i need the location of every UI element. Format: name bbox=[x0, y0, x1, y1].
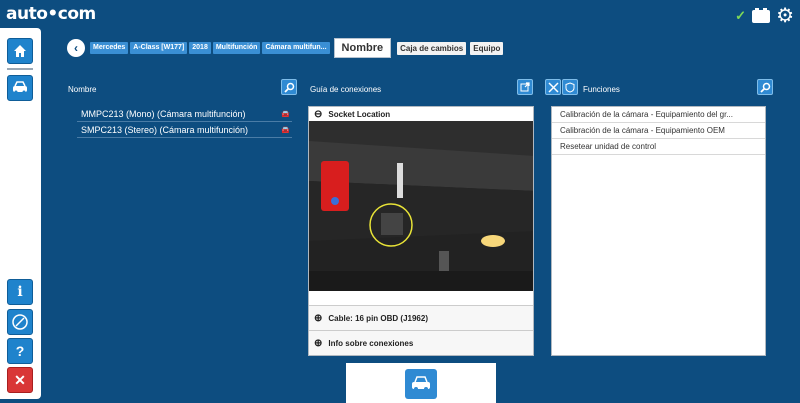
expand-icon: ⊕ bbox=[314, 312, 323, 324]
accordion-label: Info sobre conexiones bbox=[328, 338, 414, 348]
sidebar: i ? ✕ bbox=[0, 28, 41, 399]
list-item-label: SMPC213 (Stereo) (Cámara multifunción) bbox=[81, 124, 249, 135]
accordion-label: Socket Location bbox=[328, 109, 391, 119]
tools-icon[interactable] bbox=[545, 79, 561, 95]
breadcrumb-item[interactable]: Multifunción bbox=[212, 42, 261, 54]
home-icon[interactable] bbox=[7, 38, 33, 64]
list-item[interactable]: MMPC213 (Mono) (Cámara multifunción) 🚘 bbox=[77, 106, 292, 122]
checkmark-icon: ✓ bbox=[735, 8, 747, 23]
battery-icon bbox=[752, 7, 771, 23]
tab-equipo[interactable]: Equipo bbox=[470, 41, 504, 55]
left-panel-title: Nombre bbox=[68, 85, 97, 94]
breadcrumb-item[interactable]: 2018 bbox=[189, 42, 211, 54]
app-logo: auto•com bbox=[6, 4, 96, 24]
accordion-info[interactable]: ⊕ Info sobre conexiones bbox=[309, 330, 533, 355]
search-icon[interactable] bbox=[757, 79, 773, 95]
back-arrow-icon[interactable]: ‹ bbox=[67, 39, 85, 57]
functions-list: Calibración de la cámara - Equipamiento … bbox=[551, 106, 766, 356]
car-icon: 🚘 bbox=[281, 110, 290, 118]
tab-caja-de-cambios[interactable]: Caja de cambios bbox=[397, 41, 467, 55]
functions-panel-title: Funciones bbox=[583, 85, 620, 94]
gear-icon[interactable]: ⚙ bbox=[776, 6, 794, 26]
breadcrumb: ‹ Mercedes A-Class [W177] 2018 Multifunc… bbox=[67, 38, 504, 58]
bottom-toolbar bbox=[346, 363, 496, 403]
accordion-label: Cable: 16 pin OBD (J1962) bbox=[328, 313, 428, 323]
car-settings-icon[interactable] bbox=[7, 75, 33, 101]
car-icon: 🚘 bbox=[281, 126, 290, 134]
breadcrumb-item[interactable]: Cámara multifun... bbox=[262, 42, 330, 54]
info-icon[interactable]: i bbox=[7, 279, 33, 305]
vehicle-connect-button[interactable] bbox=[405, 369, 437, 399]
function-item[interactable]: Calibración de la cámara - Equipamiento … bbox=[552, 123, 765, 139]
external-link-icon[interactable] bbox=[517, 79, 533, 95]
status-area: ✓ ⚙ bbox=[735, 6, 794, 26]
expand-icon: ⊕ bbox=[314, 337, 323, 349]
tab-nombre[interactable]: Nombre bbox=[333, 38, 392, 58]
connection-guide: ⊖ Socket Location ⊕ Cable: 16 pin OBD (J… bbox=[308, 106, 534, 356]
list-item[interactable]: SMPC213 (Stereo) (Cámara multifunción) 🚘 bbox=[77, 122, 292, 138]
breadcrumb-item[interactable]: Mercedes bbox=[90, 42, 129, 54]
variant-list: MMPC213 (Mono) (Cámara multifunción) 🚘 S… bbox=[77, 106, 292, 138]
accordion-socket-location[interactable]: ⊖ Socket Location bbox=[309, 107, 533, 121]
connection-icon[interactable] bbox=[7, 309, 33, 335]
function-item[interactable]: Resetear unidad de control bbox=[552, 139, 765, 155]
close-icon[interactable]: ✕ bbox=[7, 367, 33, 393]
help-icon[interactable]: ? bbox=[7, 338, 33, 364]
list-item-label: MMPC213 (Mono) (Cámara multifunción) bbox=[81, 108, 246, 119]
socket-location-photo bbox=[309, 121, 533, 291]
shield-icon[interactable] bbox=[562, 79, 578, 95]
function-item[interactable]: Calibración de la cámara - Equipamiento … bbox=[552, 107, 765, 123]
accordion-cable[interactable]: ⊕ Cable: 16 pin OBD (J1962) bbox=[309, 305, 533, 330]
search-icon[interactable] bbox=[281, 79, 297, 95]
sidebar-divider bbox=[7, 68, 33, 70]
breadcrumb-item[interactable]: A-Class [W177] bbox=[130, 42, 188, 54]
collapse-icon: ⊖ bbox=[314, 108, 323, 120]
guide-panel-title: Guía de conexiones bbox=[310, 85, 382, 94]
